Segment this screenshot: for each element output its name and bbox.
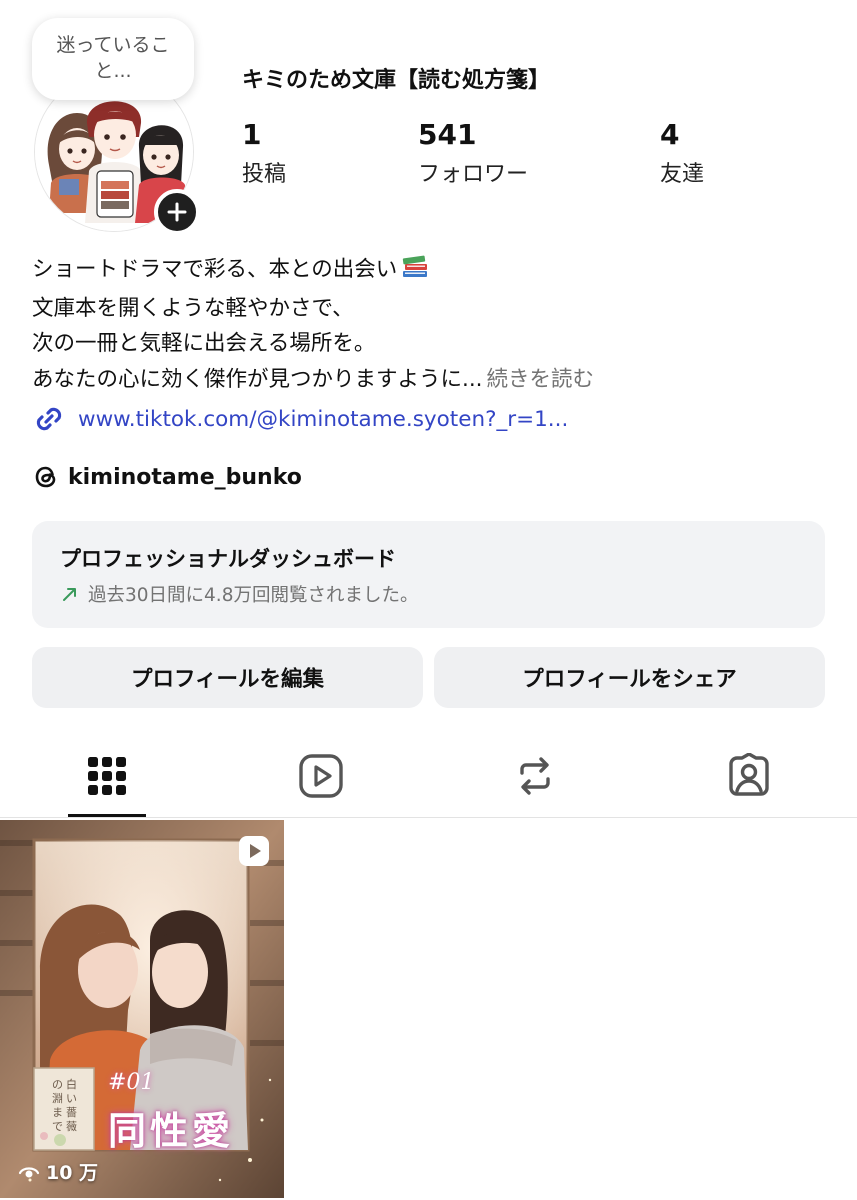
bio-line-text: ショートドラマで彩る、本との出会い bbox=[32, 257, 398, 282]
edit-profile-button[interactable]: プロフィールを編集 bbox=[32, 647, 423, 708]
view-count-text: 10 万 bbox=[46, 1162, 99, 1184]
reels-icon bbox=[299, 754, 343, 798]
threads-handle: kiminotame_bunko bbox=[68, 464, 302, 490]
post-view-count: 10 万 bbox=[18, 1158, 98, 1185]
threads-link[interactable]: kiminotame_bunko bbox=[32, 463, 302, 491]
reel-badge-icon bbox=[239, 836, 269, 866]
tab-reposts[interactable] bbox=[495, 740, 575, 818]
books-icon bbox=[401, 253, 429, 291]
bio-line: ショートドラマで彩る、本との出会い bbox=[32, 252, 822, 291]
bio-line: あなたの心に効く傑作が見つかりますように... 続きを読む bbox=[32, 362, 822, 398]
svg-text:ま: ま bbox=[52, 1106, 63, 1119]
tagged-icon bbox=[729, 753, 769, 796]
link-text: www.tiktok.com/@kiminotame.syoten?_r=1..… bbox=[78, 406, 569, 432]
professional-dashboard[interactable]: プロフェッショナルダッシュボード 過去30日間に4.8万回閲覧されました。 bbox=[32, 521, 825, 628]
svg-text:薔: 薔 bbox=[66, 1106, 77, 1119]
followers-label: フォロワー bbox=[418, 161, 529, 187]
friends-count: 4 bbox=[660, 118, 680, 151]
bio-line: 文庫本を開くような軽やかさで、 bbox=[32, 295, 354, 321]
eye-icon bbox=[18, 1166, 40, 1177]
post-episode-number: #01 bbox=[108, 1070, 155, 1095]
stat-followers[interactable]: 541 フォロワー bbox=[418, 118, 528, 188]
dashboard-title: プロフェッショナルダッシュボード bbox=[60, 547, 396, 571]
note-text-line2: と... bbox=[94, 60, 132, 82]
stat-posts[interactable]: 1 投稿 bbox=[242, 118, 286, 188]
note-bubble[interactable]: 迷っているこ と... bbox=[32, 18, 194, 100]
repost-icon bbox=[520, 757, 550, 795]
dashboard-subtitle-row: 過去30日間に4.8万回閲覧されました。 bbox=[60, 581, 797, 607]
external-link[interactable]: www.tiktok.com/@kiminotame.syoten?_r=1..… bbox=[32, 402, 568, 436]
threads-icon bbox=[35, 466, 56, 488]
post-episode-title: 同性愛 bbox=[108, 1108, 235, 1153]
svg-text:白: 白 bbox=[66, 1077, 77, 1091]
profile-tabs bbox=[0, 740, 857, 818]
tab-posts-grid[interactable] bbox=[67, 740, 147, 818]
followers-count: 541 bbox=[418, 118, 477, 151]
svg-text:淵: 淵 bbox=[52, 1092, 63, 1105]
bio-line-text: あなたの心に効く傑作が見つかりますように... bbox=[32, 366, 483, 392]
friends-label: 友達 bbox=[660, 161, 705, 187]
dashboard-subtitle: 過去30日間に4.8万回閲覧されました。 bbox=[88, 585, 419, 606]
profile-name: キミのため文庫【読む処方箋】 bbox=[242, 68, 551, 93]
tab-tagged[interactable] bbox=[709, 740, 789, 818]
share-profile-button[interactable]: プロフィールをシェア bbox=[434, 647, 825, 708]
active-tab-indicator bbox=[68, 814, 146, 817]
svg-text:の: の bbox=[52, 1078, 63, 1091]
svg-text:薇: 薇 bbox=[66, 1120, 77, 1133]
bio: ショートドラマで彩る、本との出会い 文庫本を開くような軽やかさで、 次の一冊と気… bbox=[32, 252, 822, 397]
posts-label: 投稿 bbox=[242, 161, 287, 187]
link-icon bbox=[36, 407, 62, 431]
posts-count: 1 bbox=[242, 118, 262, 151]
svg-text:で: で bbox=[52, 1120, 63, 1133]
plus-icon bbox=[167, 202, 187, 222]
bio-line: 次の一冊と気軽に出会える場所を。 bbox=[32, 331, 376, 356]
trend-up-icon bbox=[63, 588, 76, 601]
stat-friends[interactable]: 4 友達 bbox=[660, 118, 704, 188]
grid-icon bbox=[88, 757, 126, 795]
svg-text:い: い bbox=[66, 1092, 77, 1105]
post-thumbnail[interactable]: 白い薔薇 の淵まで #01 同性愛 10 万 bbox=[0, 820, 284, 1198]
note-text-line1: 迷っているこ bbox=[56, 34, 170, 57]
read-more-link[interactable]: 続きを読む bbox=[487, 367, 595, 392]
tab-reels[interactable] bbox=[281, 740, 361, 818]
add-story-button[interactable] bbox=[154, 189, 200, 235]
